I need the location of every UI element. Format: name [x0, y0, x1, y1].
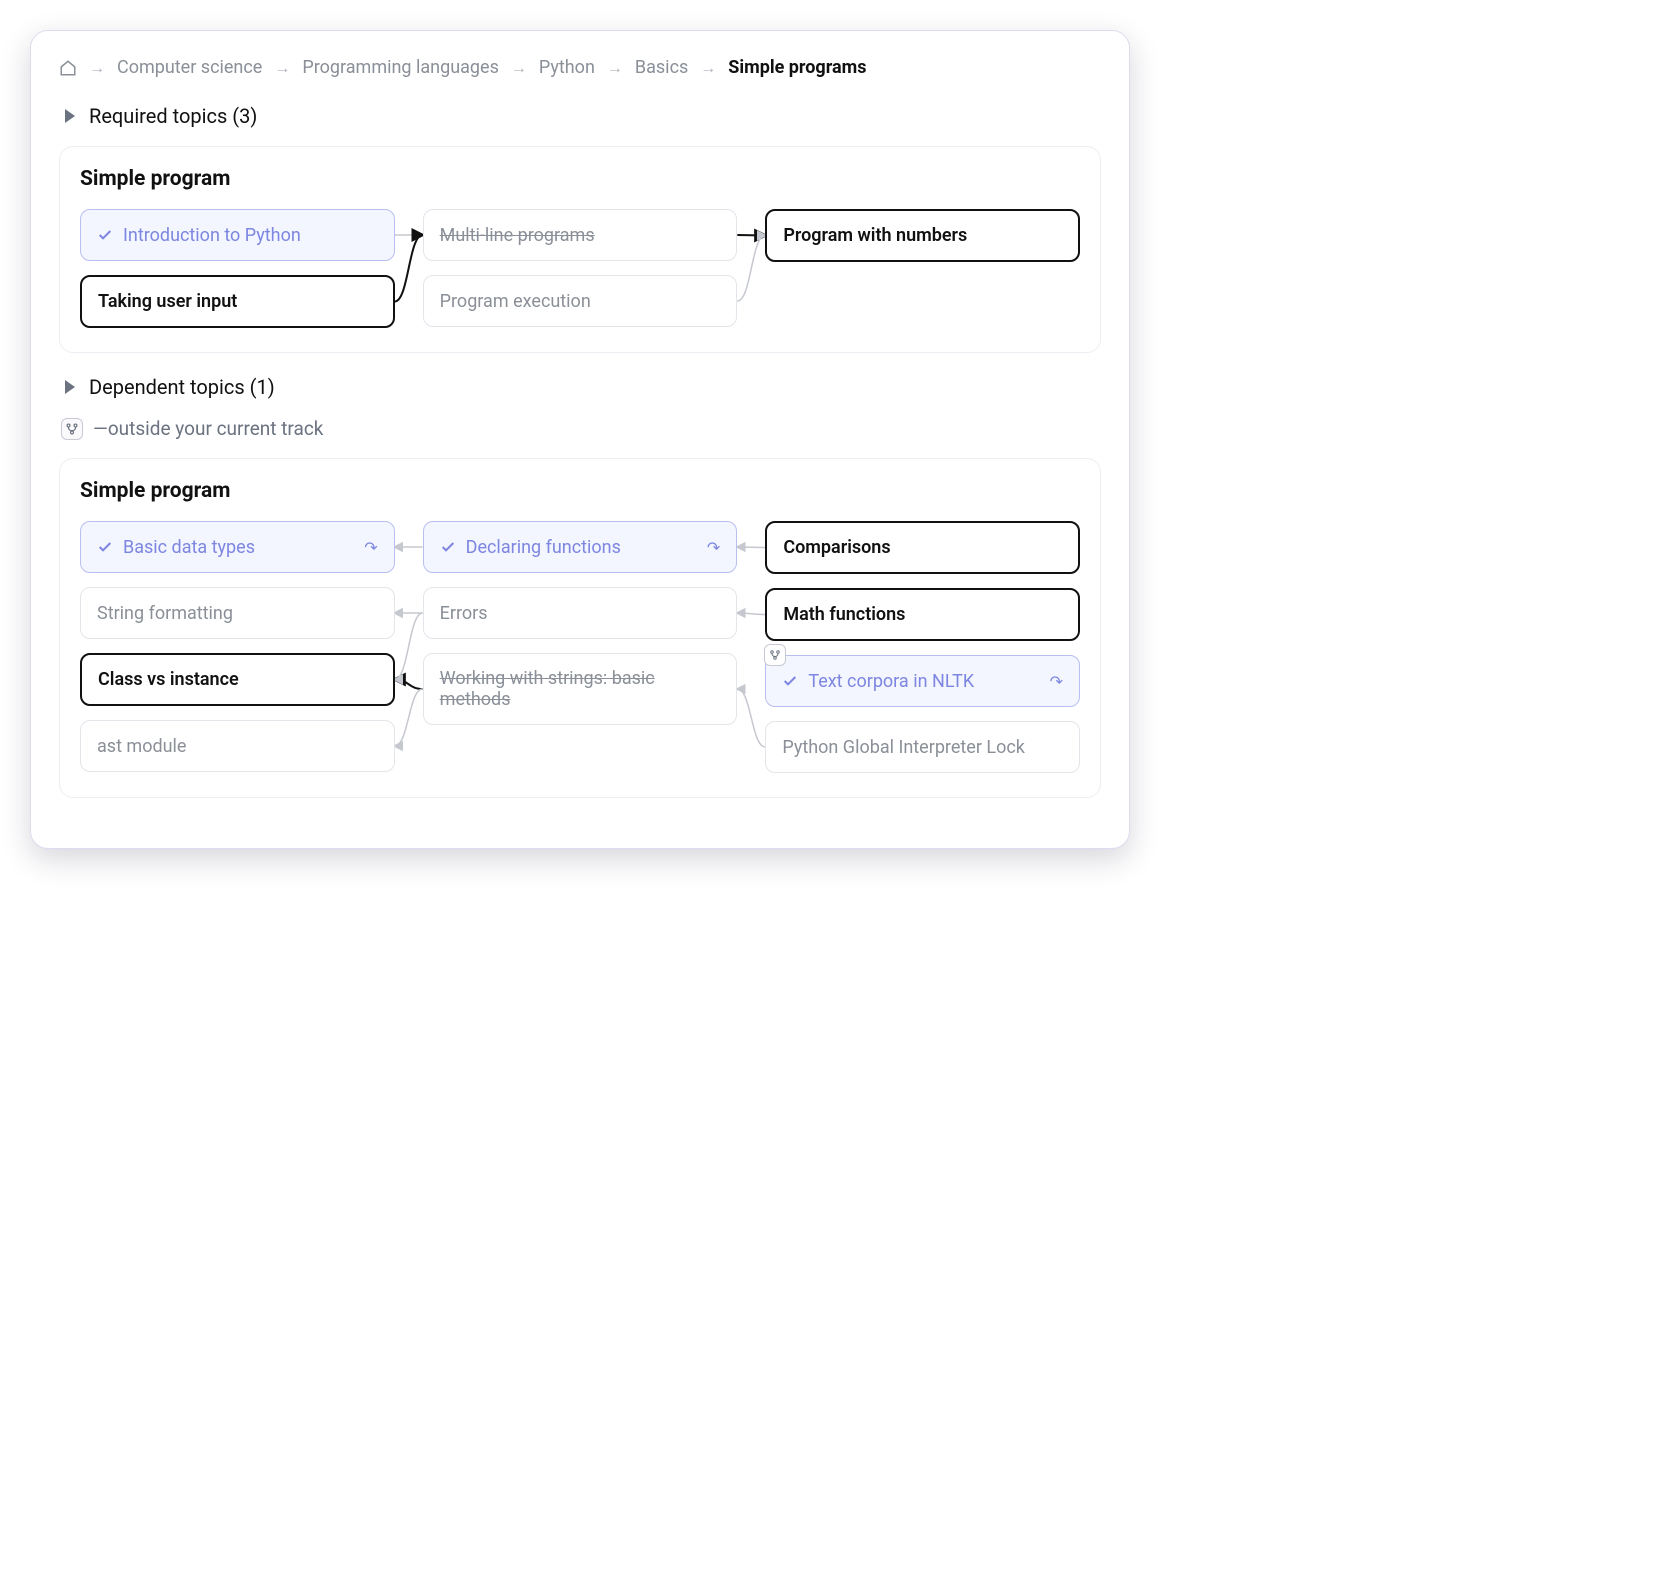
panel-title: Simple program: [80, 167, 1080, 191]
breadcrumb: → Computer science → Programming languag…: [59, 57, 1101, 78]
topic-label: Class vs instance: [98, 669, 239, 690]
topic-label: Introduction to Python: [123, 225, 301, 246]
outside-track-legend: —outside your current track: [61, 417, 1101, 440]
topic-label: Comparisons: [783, 537, 890, 558]
legend-text: —outside your current track: [93, 417, 323, 440]
topic-intro-python[interactable]: Introduction to Python: [80, 209, 395, 261]
topic-label: Math functions: [783, 604, 905, 625]
topic-label: Working with strings: basic methods: [440, 668, 721, 710]
chevron-right-icon: →: [607, 58, 623, 78]
panel-title: Simple program: [80, 479, 1080, 503]
topic-label: Multi-line programs: [440, 225, 595, 246]
topic-declaring-functions[interactable]: Declaring functions ↷: [423, 521, 738, 573]
breadcrumb-item[interactable]: Computer science: [117, 57, 262, 78]
knowledge-map-card: → Computer science → Programming languag…: [30, 30, 1130, 849]
required-topics-toggle[interactable]: Required topics (3): [65, 104, 1101, 128]
caret-right-icon: [65, 380, 75, 394]
check-icon: [97, 539, 113, 555]
redo-icon: ↷: [364, 538, 377, 557]
home-icon[interactable]: [59, 59, 77, 77]
dependent-topics-panel: Simple program: [59, 458, 1101, 798]
redo-icon: ↷: [707, 538, 720, 557]
topic-label: Errors: [440, 603, 488, 624]
chevron-right-icon: →: [700, 58, 716, 78]
breadcrumb-item[interactable]: Python: [539, 57, 595, 78]
topic-string-formatting[interactable]: String formatting: [80, 587, 395, 639]
topic-label: Declaring functions: [466, 537, 621, 558]
topic-label: String formatting: [97, 603, 233, 624]
topic-errors[interactable]: Errors: [423, 587, 738, 639]
topic-label: Program execution: [440, 291, 591, 312]
dependent-topics-toggle[interactable]: Dependent topics (1): [65, 375, 1101, 399]
topic-taking-user-input[interactable]: Taking user input: [80, 275, 395, 328]
caret-right-icon: [65, 109, 75, 123]
topic-label: Python Global Interpreter Lock: [782, 737, 1025, 758]
topic-basic-data-types[interactable]: Basic data types ↷: [80, 521, 395, 573]
topic-program-with-numbers[interactable]: Program with numbers: [765, 209, 1080, 262]
branch-icon: [61, 418, 83, 440]
chevron-right-icon: →: [89, 58, 105, 78]
check-icon: [782, 673, 798, 689]
breadcrumb-item[interactable]: Basics: [635, 57, 688, 78]
topic-label: Program with numbers: [783, 225, 967, 246]
breadcrumb-item-current: Simple programs: [728, 57, 866, 78]
topic-program-execution[interactable]: Program execution: [423, 275, 738, 327]
topic-python-gil[interactable]: Python Global Interpreter Lock: [765, 721, 1080, 773]
topic-label: ast module: [97, 736, 186, 757]
required-topics-panel: Simple program: [59, 146, 1101, 353]
topic-working-with-strings[interactable]: Working with strings: basic methods: [423, 653, 738, 725]
topic-math-functions[interactable]: Math functions: [765, 588, 1080, 641]
topic-class-vs-instance[interactable]: Class vs instance: [80, 653, 395, 706]
redo-icon: ↷: [1050, 672, 1063, 691]
check-icon: [97, 227, 113, 243]
check-icon: [440, 539, 456, 555]
chevron-right-icon: →: [274, 58, 290, 78]
topic-label: Basic data types: [123, 537, 255, 558]
topic-ast-module[interactable]: ast module: [80, 720, 395, 772]
topic-text-corpora-nltk[interactable]: Text corpora in NLTK ↷: [765, 655, 1080, 707]
chevron-right-icon: →: [511, 58, 527, 78]
topic-label: Taking user input: [98, 291, 237, 312]
dependent-topics-label: Dependent topics (1): [89, 375, 275, 399]
branch-icon: [764, 644, 786, 666]
breadcrumb-item[interactable]: Programming languages: [302, 57, 499, 78]
topic-comparisons[interactable]: Comparisons: [765, 521, 1080, 574]
required-topics-label: Required topics (3): [89, 104, 257, 128]
topic-multiline-programs[interactable]: Multi-line programs: [423, 209, 738, 261]
topic-label: Text corpora in NLTK: [808, 671, 974, 692]
